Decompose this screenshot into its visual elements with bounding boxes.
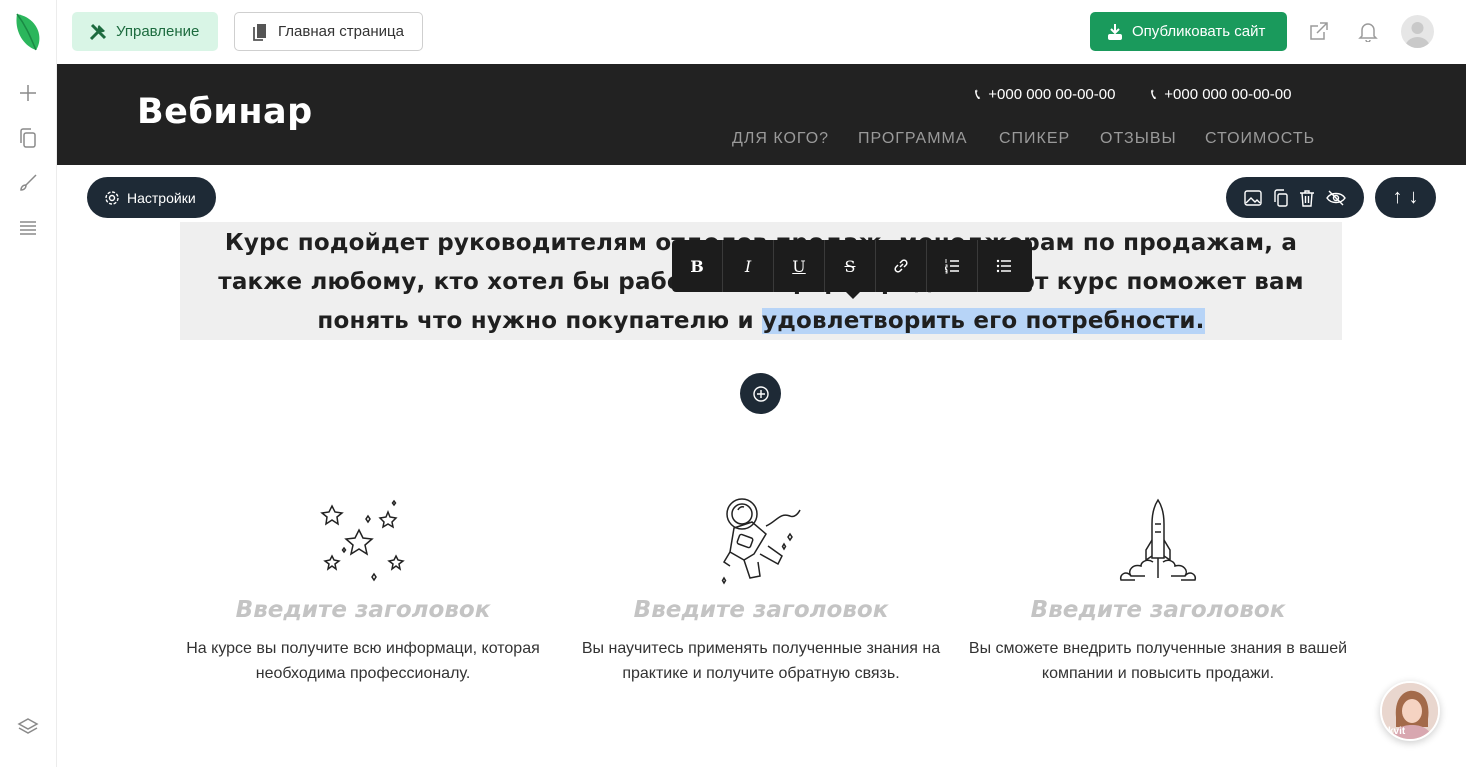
feature-card-3: Введите заголовок Вы сможете внедрить по… [963, 495, 1353, 686]
nav-link-speaker[interactable]: СПИКЕР [999, 130, 1070, 148]
nav-link-for-whom[interactable]: ДЛЯ КОГО? [732, 130, 829, 148]
add-block-button[interactable] [740, 373, 781, 414]
hide-icon[interactable] [1325, 190, 1346, 206]
home-page-label: Главная страница [278, 23, 404, 40]
selected-text[interactable]: удовлетворить его потребности. [762, 308, 1205, 334]
phone-icon: 📞︎ [1151, 86, 1157, 103]
format-toolbar: B I U S [672, 240, 1032, 292]
trash-icon[interactable] [1299, 189, 1315, 207]
left-sidebar [0, 0, 57, 767]
sections-icon[interactable] [14, 214, 42, 242]
publish-button[interactable]: Опубликовать сайт [1090, 12, 1287, 51]
support-chat-avatar[interactable]: kvit [1380, 681, 1440, 741]
ordered-list-icon[interactable] [927, 240, 978, 292]
add-icon[interactable] [14, 79, 42, 107]
add-circle-icon [752, 385, 769, 402]
phone-2[interactable]: 📞︎ +000 000 00-00-00 [1151, 86, 1291, 103]
astronaut-icon [566, 495, 956, 587]
stars-icon [168, 495, 558, 587]
feature-2-text[interactable]: Вы научитесь применять полученные знания… [566, 636, 956, 686]
block-tools [1226, 177, 1364, 218]
move-down-button[interactable]: ↓ [1409, 186, 1419, 209]
bullet-list-icon[interactable] [978, 240, 1029, 292]
nav-link-reviews[interactable]: ОТЗЫВЫ [1100, 130, 1177, 148]
manage-label: Управление [116, 23, 200, 40]
user-avatar-icon[interactable] [1401, 15, 1434, 48]
feature-2-title[interactable]: Введите заголовок [566, 597, 956, 623]
phone-1-number: +000 000 00-00-00 [988, 86, 1116, 103]
external-link-icon[interactable] [1306, 18, 1332, 44]
block-move-controls: ↑ ↓ [1375, 177, 1436, 218]
publish-label: Опубликовать сайт [1132, 23, 1266, 40]
rocket-icon [963, 495, 1353, 587]
feature-3-title[interactable]: Введите заголовок [963, 597, 1353, 623]
logo-icon[interactable] [14, 10, 42, 52]
pages-icon [253, 23, 266, 41]
feature-1-title[interactable]: Введите заголовок [168, 597, 558, 623]
phone-2-number: +000 000 00-00-00 [1164, 86, 1292, 103]
feature-card-2: Введите заголовок Вы научитесь применять… [566, 495, 956, 686]
nav-link-price[interactable]: СТОИМОСТЬ [1205, 130, 1315, 148]
phone-icon: 📞︎ [975, 86, 981, 103]
chat-avatar-label: kvit [1388, 726, 1406, 737]
tools-icon [89, 23, 107, 40]
nav-link-program[interactable]: ПРОГРАММА [858, 130, 968, 148]
publish-icon [1108, 23, 1122, 40]
feature-3-text[interactable]: Вы сможете внедрить полученные знания в … [963, 636, 1353, 686]
link-icon[interactable] [876, 240, 927, 292]
site-title[interactable]: Вебинар [137, 92, 313, 132]
top-bar: Управление Главная страница Опубликовать… [57, 0, 1466, 64]
italic-button[interactable]: I [723, 240, 774, 292]
move-up-button[interactable]: ↑ [1393, 186, 1403, 209]
settings-label: Настройки [127, 189, 196, 206]
layers-icon[interactable] [14, 713, 42, 741]
block-settings-button[interactable]: Настройки [87, 177, 216, 218]
bell-icon[interactable] [1355, 18, 1381, 44]
phone-1[interactable]: 📞︎ +000 000 00-00-00 [975, 86, 1115, 103]
strikethrough-button[interactable]: S [825, 240, 876, 292]
feature-1-text[interactable]: На курсе вы получите всю информаци, кото… [168, 636, 558, 686]
copy-icon[interactable] [1273, 188, 1289, 207]
gear-icon [105, 190, 119, 205]
image-icon[interactable] [1244, 189, 1263, 206]
bold-button[interactable]: B [672, 240, 723, 292]
underline-button[interactable]: U [774, 240, 825, 292]
feature-card-1: Введите заголовок На курсе вы получите в… [168, 495, 558, 686]
format-toolbar-arrow [845, 291, 861, 299]
brush-icon[interactable] [14, 169, 42, 197]
site-header: Вебинар 📞︎ +000 000 00-00-00 📞︎ +000 000… [57, 64, 1466, 165]
pages-icon[interactable] [14, 124, 42, 152]
home-page-button[interactable]: Главная страница [234, 12, 423, 51]
manage-button[interactable]: Управление [72, 12, 218, 51]
